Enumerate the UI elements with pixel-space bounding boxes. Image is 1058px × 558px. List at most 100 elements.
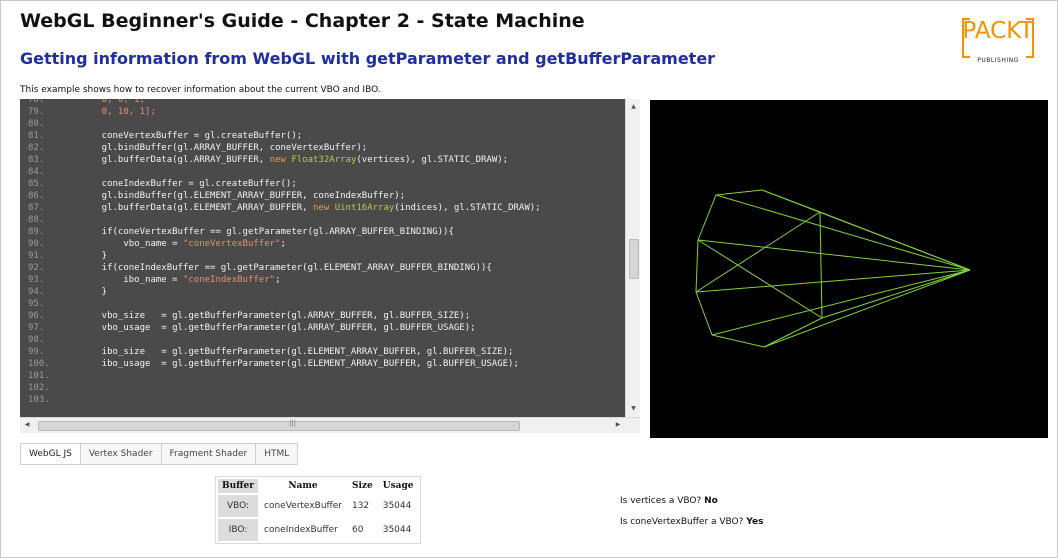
- code-token: new: [269, 155, 286, 165]
- cone-wireframe: [695, 189, 971, 348]
- code-line[interactable]: 100. ibo_usage = gl.getBufferParameter(g…: [20, 359, 625, 370]
- line-number: 81.: [28, 131, 45, 141]
- name-cell: coneIndexBuffer: [264, 525, 338, 535]
- col-name-header: Name: [260, 479, 346, 493]
- code-token: if(coneIndexBuffer == gl.getParameter(gl…: [80, 263, 492, 273]
- buffer-cell: IBO:: [218, 519, 259, 541]
- code-text: 0, 0, 1,: [80, 99, 145, 106]
- line-number: 89.: [28, 227, 45, 237]
- question-answer: Yes: [746, 517, 764, 527]
- code-area[interactable]: 78. 0, 0, 1, 79. 0, 10, 1]; 80. 81. coneVer…: [20, 99, 625, 417]
- code-line[interactable]: 102.: [20, 383, 625, 394]
- code-line[interactable]: 79. 0, 10, 1];: [20, 107, 625, 118]
- horizontal-scroll-thumb[interactable]: |||: [38, 419, 520, 431]
- code-token: vbo_usage = gl.getBufferParameter(gl.ARR…: [80, 323, 476, 333]
- page-description: This example shows how to recover inform…: [20, 85, 381, 95]
- code-line[interactable]: 91. }: [20, 251, 625, 262]
- code-line[interactable]: 84.: [20, 167, 625, 178]
- usage-cell: 35044: [382, 525, 412, 535]
- table-row: VBO: coneVertexBuffer 132 35044: [218, 495, 418, 517]
- code-text: if(coneVertexBuffer == gl.getParameter(g…: [80, 227, 454, 238]
- tab-fragment-shader[interactable]: Fragment Shader: [161, 443, 257, 465]
- code-line[interactable]: 103.: [20, 395, 625, 406]
- col-buffer-header: Buffer: [218, 479, 259, 493]
- line-number: 96.: [28, 311, 45, 321]
- code-text: coneIndexBuffer = gl.createBuffer();: [80, 179, 297, 190]
- code-line[interactable]: 83. gl.bufferData(gl.ARRAY_BUFFER, new F…: [20, 155, 625, 166]
- logo-wordmark: PACKT: [962, 18, 1034, 44]
- code-token: coneIndexBuffer = gl.createBuffer();: [80, 179, 297, 189]
- code-text: gl.bindBuffer(gl.ELEMENT_ARRAY_BUFFER, c…: [80, 191, 405, 202]
- vbo-question-cone: Is coneVertexBuffer a VBO? Yes: [620, 517, 763, 527]
- code-line[interactable]: 95.: [20, 299, 625, 310]
- code-text: vbo_size = gl.getBufferParameter(gl.ARRA…: [80, 311, 470, 322]
- vertical-scroll-thumb[interactable]: [629, 239, 639, 279]
- scroll-left-icon[interactable]: ◀: [22, 421, 32, 428]
- line-number: 79.: [28, 107, 45, 117]
- code-line[interactable]: 78. 0, 0, 1,: [20, 99, 625, 106]
- code-text: vbo_name = "coneVertexBuffer";: [80, 239, 286, 250]
- line-number: 93.: [28, 275, 45, 285]
- size-cell: 132: [351, 501, 370, 511]
- code-line[interactable]: 99. ibo_size = gl.getBufferParameter(gl.…: [20, 347, 625, 358]
- code-line[interactable]: 96. vbo_size = gl.getBufferParameter(gl.…: [20, 311, 625, 322]
- code-text: }: [80, 287, 107, 298]
- code-editor[interactable]: 78. 0, 0, 1, 79. 0, 10, 1]; 80. 81. coneVer…: [20, 99, 640, 433]
- code-line[interactable]: 94. }: [20, 287, 625, 298]
- line-number: 97.: [28, 323, 45, 333]
- scroll-up-icon[interactable]: ▲: [626, 103, 640, 110]
- code-token: ;: [280, 239, 286, 249]
- code-line[interactable]: 80.: [20, 119, 625, 130]
- buffer-cell: VBO:: [218, 495, 259, 517]
- table-row: IBO: coneIndexBuffer 60 35044: [218, 519, 418, 541]
- code-line[interactable]: 82. gl.bindBuffer(gl.ARRAY_BUFFER, coneV…: [20, 143, 625, 154]
- code-line[interactable]: 93. ibo_name = "coneIndexBuffer";: [20, 275, 625, 286]
- code-line[interactable]: 101.: [20, 371, 625, 382]
- code-token: 0, 10, 1];: [80, 107, 156, 117]
- code-line[interactable]: 88.: [20, 215, 625, 226]
- code-text: ibo_size = gl.getBufferParameter(gl.ELEM…: [80, 347, 514, 358]
- line-number: 90.: [28, 239, 45, 249]
- code-token: new: [313, 203, 330, 213]
- code-line[interactable]: 87. gl.bufferData(gl.ELEMENT_ARRAY_BUFFE…: [20, 203, 625, 214]
- code-token: Uint16Array: [334, 203, 395, 213]
- code-line[interactable]: 81. coneVertexBuffer = gl.createBuffer()…: [20, 131, 625, 142]
- code-token: vbo_name =: [80, 239, 183, 249]
- code-line[interactable]: 90. vbo_name = "coneVertexBuffer";: [20, 239, 625, 250]
- line-number: 98.: [28, 335, 45, 345]
- line-number: 94.: [28, 287, 45, 297]
- scroll-right-icon[interactable]: ▶: [613, 421, 623, 428]
- line-number: 78.: [28, 99, 45, 105]
- question-text: Is vertices a VBO?: [620, 496, 702, 506]
- tab-vertex-shader[interactable]: Vertex Shader: [80, 443, 162, 465]
- horizontal-scrollbar[interactable]: ◀ ||| ▶: [20, 417, 640, 433]
- code-text: if(coneIndexBuffer == gl.getParameter(gl…: [80, 263, 492, 274]
- code-line[interactable]: 86. gl.bindBuffer(gl.ELEMENT_ARRAY_BUFFE…: [20, 191, 625, 202]
- packt-logo: PACKT PUBLISHING: [962, 14, 1034, 66]
- line-number: 84.: [28, 167, 45, 177]
- code-line[interactable]: 98.: [20, 335, 625, 346]
- code-line[interactable]: 89. if(coneVertexBuffer == gl.getParamet…: [20, 227, 625, 238]
- code-line[interactable]: 92. if(coneIndexBuffer == gl.getParamete…: [20, 263, 625, 274]
- code-text: 0, 10, 1];: [80, 107, 156, 118]
- col-usage-header: Usage: [378, 479, 418, 493]
- line-number: 101.: [28, 371, 50, 381]
- scroll-grip-icon: |||: [289, 419, 297, 427]
- line-number: 95.: [28, 299, 45, 309]
- code-text: gl.bufferData(gl.ARRAY_BUFFER, new Float…: [80, 155, 508, 166]
- question-text: Is coneVertexBuffer a VBO?: [620, 517, 744, 527]
- line-number: 83.: [28, 155, 45, 165]
- scroll-down-icon[interactable]: ▼: [626, 405, 640, 412]
- vertical-scrollbar[interactable]: ▲ ▼: [625, 99, 640, 417]
- tab-webgl-js[interactable]: WebGL JS: [20, 443, 81, 465]
- line-number: 102.: [28, 383, 50, 393]
- line-number: 91.: [28, 251, 45, 261]
- tab-html[interactable]: HTML: [256, 443, 299, 465]
- usage-cell: 35044: [382, 501, 412, 511]
- code-line[interactable]: 97. vbo_usage = gl.getBufferParameter(gl…: [20, 323, 625, 334]
- code-token: ibo_size = gl.getBufferParameter(gl.ELEM…: [80, 347, 514, 357]
- code-token: 0, 0, 1,: [80, 99, 146, 105]
- webgl-canvas[interactable]: [650, 100, 1048, 438]
- code-text: vbo_usage = gl.getBufferParameter(gl.ARR…: [80, 323, 476, 334]
- code-line[interactable]: 85. coneIndexBuffer = gl.createBuffer();: [20, 179, 625, 190]
